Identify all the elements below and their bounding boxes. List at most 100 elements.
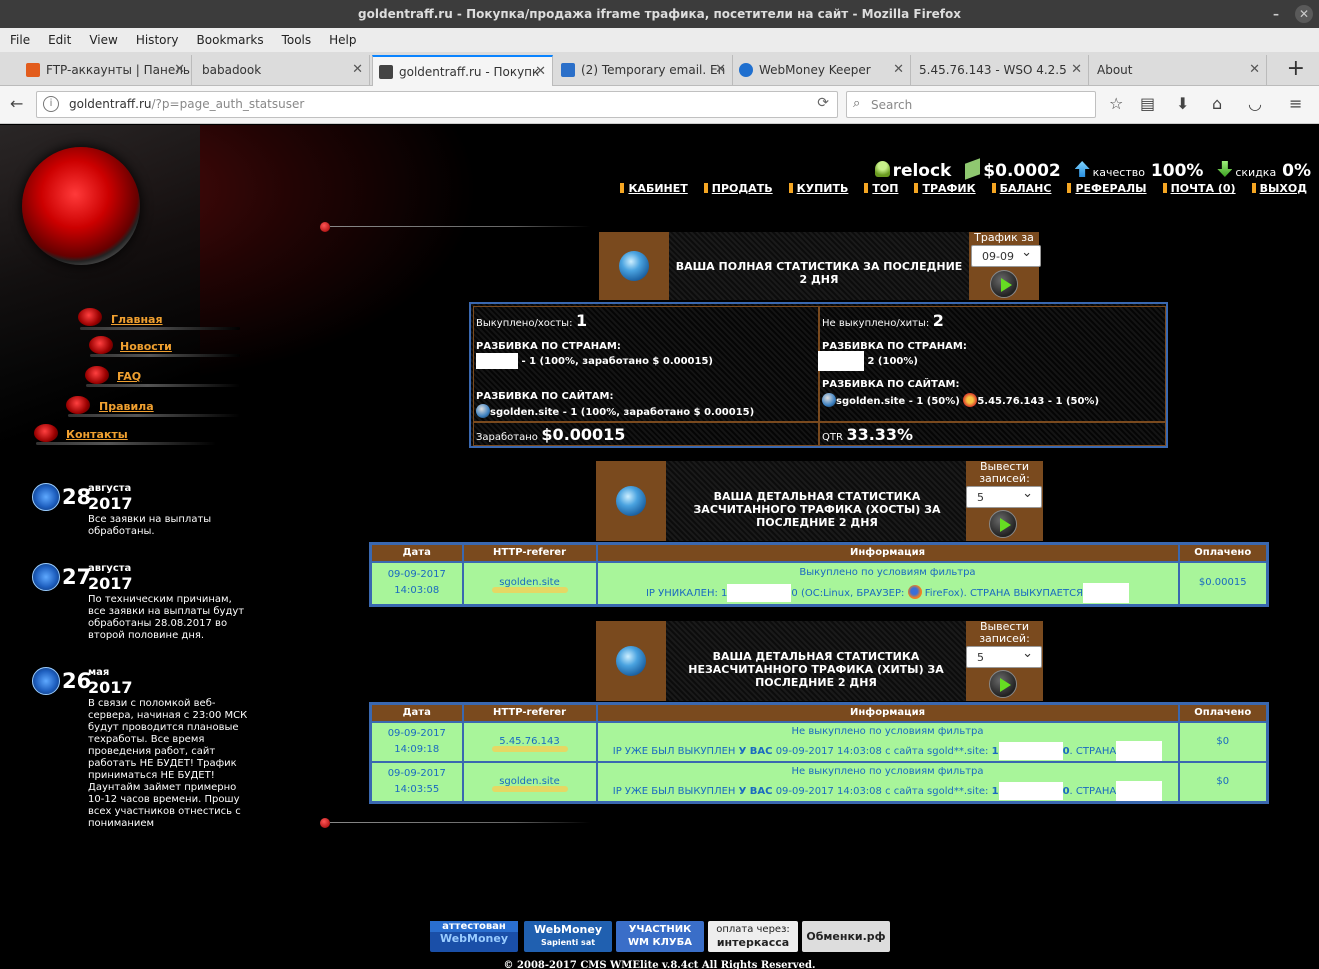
table-row: 09-09-2017 14:03:08 sgolden.site Выкуплен… [369, 560, 1269, 606]
tab-label: About [1097, 63, 1133, 77]
globe-icon [616, 646, 646, 676]
menu-bullet-icon [34, 424, 58, 442]
new-tab-plus-icon[interactable]: + [1287, 56, 1305, 81]
search-input[interactable]: ⌕ Search [846, 91, 1096, 118]
site-line: 5.45.76.143 - 1 (50%) [977, 396, 1100, 407]
side-menu-news[interactable]: Новости [120, 340, 172, 353]
table-row: 09-09-2017 14:03:55 sgolden.site Не выкуп… [369, 760, 1269, 803]
pocket-icon[interactable]: ◡ [1248, 94, 1262, 113]
home-icon[interactable]: ⌂ [1212, 94, 1222, 113]
tab-ftp[interactable]: FTP-аккаунты | Панель ✕ [20, 55, 192, 86]
nav-buy[interactable]: КУПИТЬ [789, 182, 849, 195]
tab-about[interactable]: About ✕ [1089, 55, 1267, 86]
tab-label: goldentraff.ru - Покупк [399, 65, 540, 79]
joomla-icon [963, 393, 978, 407]
play-submit-button[interactable] [989, 670, 1017, 698]
webmoney-sapienti-badge[interactable]: WebMoney Sapienti sat [524, 921, 612, 952]
summary-right-cell: Не выкуплено/хиты: 2 РАЗБИВКА ПО СТРАНАМ… [818, 306, 1166, 422]
webmoney-attested-badge[interactable]: аттестован WebMoney [430, 921, 518, 952]
records-limit-select[interactable]: 5 [966, 486, 1042, 508]
wm-club-badge[interactable]: УЧАСТНИК WM КЛУБА [616, 921, 704, 952]
menu-file[interactable]: File [0, 28, 38, 47]
tab-close-icon[interactable]: ✕ [535, 57, 546, 86]
money-icon [965, 158, 981, 180]
play-submit-button[interactable] [989, 510, 1017, 538]
menu-edit[interactable]: Edit [38, 28, 79, 47]
nav-logout[interactable]: ВЫХОД [1252, 182, 1307, 195]
tab-close-icon[interactable]: ✕ [715, 55, 726, 85]
referer-link[interactable]: sgolden.site [499, 577, 560, 588]
play-submit-button[interactable] [990, 270, 1018, 298]
tab-label: WebMoney Keeper [759, 63, 871, 77]
nav-traffic[interactable]: ТРАФИК [914, 182, 975, 195]
summary-table: Выкуплено/хосты: 1 РАЗБИВКА ПО СТРАНАМ: … [469, 302, 1168, 448]
referer-link[interactable]: sgolden.site [499, 776, 560, 787]
tab-close-icon[interactable]: ✕ [174, 55, 185, 85]
bought-label: Выкуплено/хосты: [476, 318, 573, 329]
date-cell: 09-09-2017 14:03:55 [369, 760, 464, 803]
nav-top[interactable]: ТОП [864, 182, 898, 195]
menu-tools[interactable]: Tools [272, 28, 320, 47]
tab-goldentraff[interactable]: goldentraff.ru - Покупк ✕ [372, 55, 553, 86]
country-line: 2 (100%) [864, 356, 918, 367]
minimize-button[interactable]: – [1267, 5, 1285, 23]
menu-view[interactable]: View [79, 28, 125, 47]
paid-cell: $0 [1177, 760, 1269, 803]
menu-help[interactable]: Help [319, 28, 364, 47]
page-content: relock $0.0002 качество 100% скидка 0% К… [0, 125, 1319, 969]
column-header: Оплачено [1177, 702, 1269, 723]
column-header: Информация [595, 542, 1180, 563]
side-menu-rules[interactable]: Правила [99, 400, 154, 413]
divider-line [330, 226, 590, 227]
divider-dot [320, 818, 330, 828]
nav-referrals[interactable]: РЕФЕРАЛЫ [1067, 182, 1146, 195]
globe-icon [619, 251, 649, 281]
tab-label: FTP-аккаунты | Панель [46, 63, 190, 77]
menu-bullet-icon [85, 366, 109, 384]
reload-icon[interactable]: ⟳ [817, 95, 829, 111]
nav-mail[interactable]: ПОЧТА (0) [1163, 182, 1236, 195]
nav-cabinet[interactable]: КАБИНЕТ [620, 182, 687, 195]
tab-babadook[interactable]: babadook ✕ [192, 55, 370, 86]
tab-close-icon[interactable]: ✕ [1249, 55, 1260, 85]
info-cell: Не выкуплено по условиям фильтра IP УЖЕ Б… [595, 720, 1180, 763]
redacted-box [1116, 780, 1163, 801]
tab-webmoney[interactable]: WebMoney Keeper ✕ [733, 55, 911, 86]
column-header: HTTP-referer [461, 702, 598, 723]
news-text: Все заявки на выплаты обработаны. [88, 514, 212, 537]
traffic-date-select[interactable]: 09-09 [971, 245, 1041, 267]
copyright-text: © 2008-2017 CMS WMElite v.8.4ct All Righ… [503, 960, 816, 969]
close-window-button[interactable]: ✕ [1295, 5, 1313, 23]
side-menu-contacts[interactable]: Контакты [66, 428, 128, 441]
bookmark-star-icon[interactable]: ☆ [1109, 94, 1123, 113]
menu-bookmarks[interactable]: Bookmarks [187, 28, 272, 47]
url-bar[interactable]: i goldentraff.ru/?p=page_auth_statsuser … [36, 91, 838, 118]
menu-history[interactable]: History [126, 28, 187, 47]
obmenki-badge[interactable]: Обменки.рф [802, 921, 890, 952]
tab-close-icon[interactable]: ✕ [893, 55, 904, 85]
tab-close-icon[interactable]: ✕ [352, 55, 363, 85]
reading-list-icon[interactable]: ▤ [1140, 94, 1155, 113]
interkassa-badge[interactable]: оплата через: интеркасса [708, 921, 798, 952]
news-item: 26 мая 2017 В связи с поломкой веб-серве… [32, 667, 247, 847]
counted-stats-title: ВАША ДЕТАЛЬНАЯ СТАТИСТИКА ЗАСЧИТАННОГО Т… [693, 490, 941, 529]
redacted-box [1116, 740, 1163, 761]
tab-temp-email[interactable]: (2) Temporary email. En ✕ [555, 55, 733, 86]
side-menu-home[interactable]: Главная [111, 313, 163, 326]
uncounted-stats-title: ВАША ДЕТАЛЬНАЯ СТАТИСТИКА НЕЗАСЧИТАННОГО… [688, 650, 944, 689]
not-bought-label: Не выкуплено/хиты: [822, 318, 930, 329]
table-row: 09-09-2017 14:09:18 5.45.76.143 Не выкупл… [369, 720, 1269, 763]
tab-close-icon[interactable]: ✕ [1071, 55, 1082, 85]
download-icon[interactable]: ⬇ [1176, 94, 1189, 113]
nav-balance[interactable]: БАЛАНС [992, 182, 1052, 195]
back-arrow-icon[interactable]: ← [10, 94, 23, 113]
hamburger-menu-icon[interactable]: ≡ [1289, 94, 1302, 113]
nav-sell[interactable]: ПРОДАТЬ [704, 182, 773, 195]
site-info-icon[interactable]: i [43, 96, 59, 112]
records-limit-select[interactable]: 5 [966, 646, 1042, 668]
date-cell: 09-09-2017 14:09:18 [369, 720, 464, 763]
tab-wso[interactable]: 5.45.76.143 - WSO 4.2.5 ✕ [911, 55, 1089, 86]
referer-link[interactable]: 5.45.76.143 [499, 736, 559, 747]
uncounted-stats-header: ВАША ДЕТАЛЬНАЯ СТАТИСТИКА НЕЗАСЧИТАННОГО… [596, 621, 1043, 701]
side-menu-faq[interactable]: FAQ [117, 370, 141, 383]
